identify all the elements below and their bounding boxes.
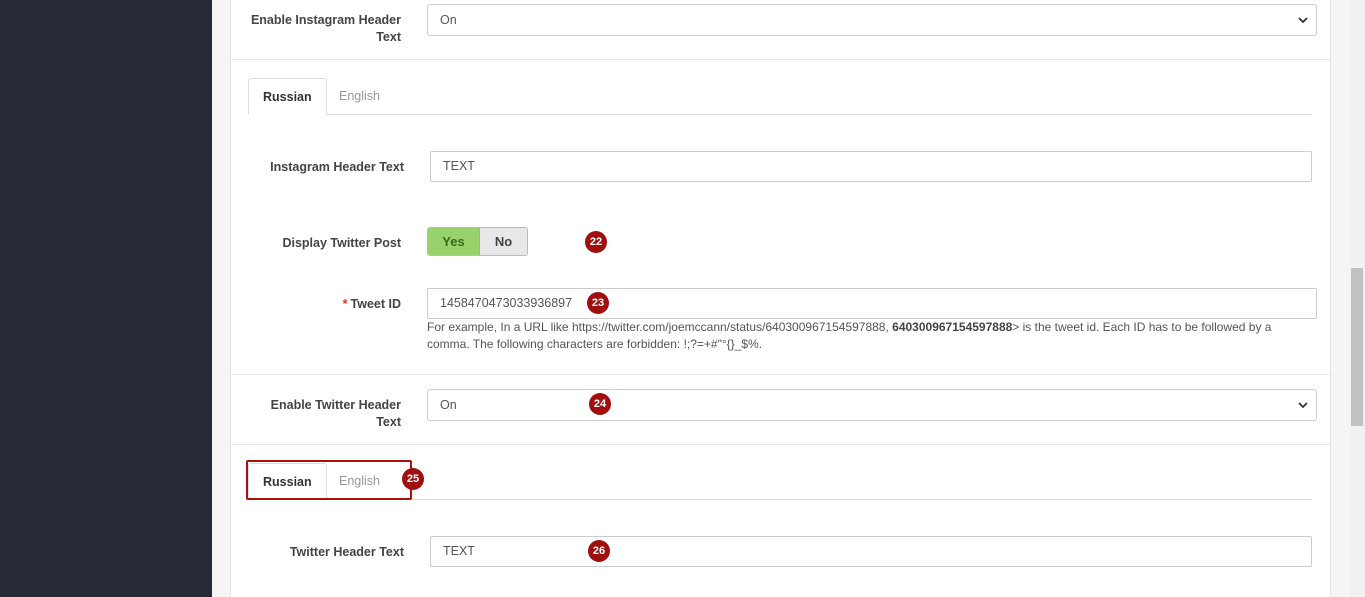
instagram-text-input[interactable]: TEXT xyxy=(430,151,1312,182)
divider xyxy=(231,59,1330,60)
sidebar xyxy=(0,0,212,597)
instagram-header-select[interactable]: On xyxy=(427,4,1317,36)
twitter-post-no-button[interactable]: No xyxy=(480,228,527,255)
help-text-prefix: For example, In a URL like https://twitt… xyxy=(427,320,893,334)
twitter-header-value: On xyxy=(440,398,457,412)
twitter-header-label: Enable Twitter Header Text xyxy=(270,398,401,429)
chevron-down-icon xyxy=(1298,17,1308,24)
tabs-baseline xyxy=(248,114,1312,115)
tweet-id-label-text: Tweet ID xyxy=(350,297,401,311)
tweet-id-help-text: For example, In a URL like https://twitt… xyxy=(427,319,1317,353)
twitter-text-label: Twitter Header Text xyxy=(289,545,404,559)
twitter-post-label: Display Twitter Post xyxy=(282,236,401,250)
help-text-bold: 640300967154597888 xyxy=(892,320,1013,334)
tweet-id-label: * Tweet ID xyxy=(250,296,401,313)
annotation-badge: 25 xyxy=(402,468,424,490)
tweet-id-input[interactable]: 1458470473033936897 xyxy=(427,288,1317,319)
twitter-post-yes-button[interactable]: Yes xyxy=(428,228,480,255)
chevron-down-icon xyxy=(1298,402,1308,409)
twitter-header-select[interactable]: On xyxy=(427,389,1317,421)
instagram-header-value: On xyxy=(440,13,457,27)
twitter-post-toggle[interactable]: Yes No xyxy=(427,227,528,256)
annotation-badge: 22 xyxy=(585,231,607,253)
tabs-highlight-box xyxy=(246,460,412,500)
divider xyxy=(231,374,1330,375)
tab-instagram-english[interactable]: English xyxy=(325,78,394,115)
scrollbar-thumb[interactable] xyxy=(1351,268,1363,426)
twitter-text-input[interactable]: TEXT xyxy=(430,536,1312,567)
annotation-badge: 26 xyxy=(588,540,610,562)
required-mark: * xyxy=(342,297,348,311)
tab-instagram-russian[interactable]: Russian xyxy=(248,78,327,115)
annotation-badge: 24 xyxy=(589,393,611,415)
annotation-badge: 23 xyxy=(587,292,609,314)
instagram-text-label: Instagram Header Text xyxy=(270,160,404,174)
divider xyxy=(231,444,1330,445)
instagram-header-label: Enable Instagram Header Text xyxy=(250,13,401,44)
